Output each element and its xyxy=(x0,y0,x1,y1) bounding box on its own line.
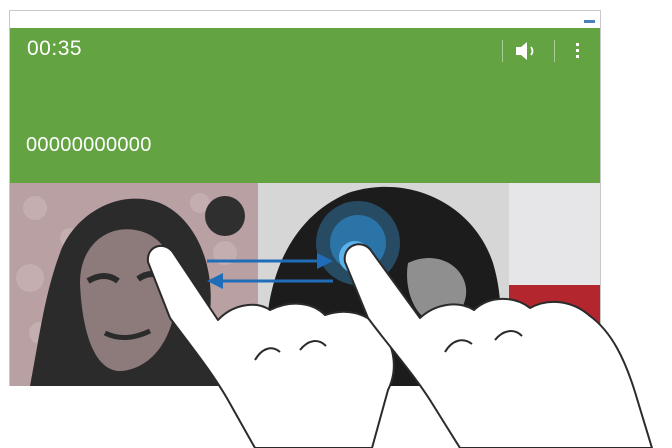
gesture-hands-illustration xyxy=(146,241,653,448)
right-hand-icon xyxy=(343,243,653,448)
